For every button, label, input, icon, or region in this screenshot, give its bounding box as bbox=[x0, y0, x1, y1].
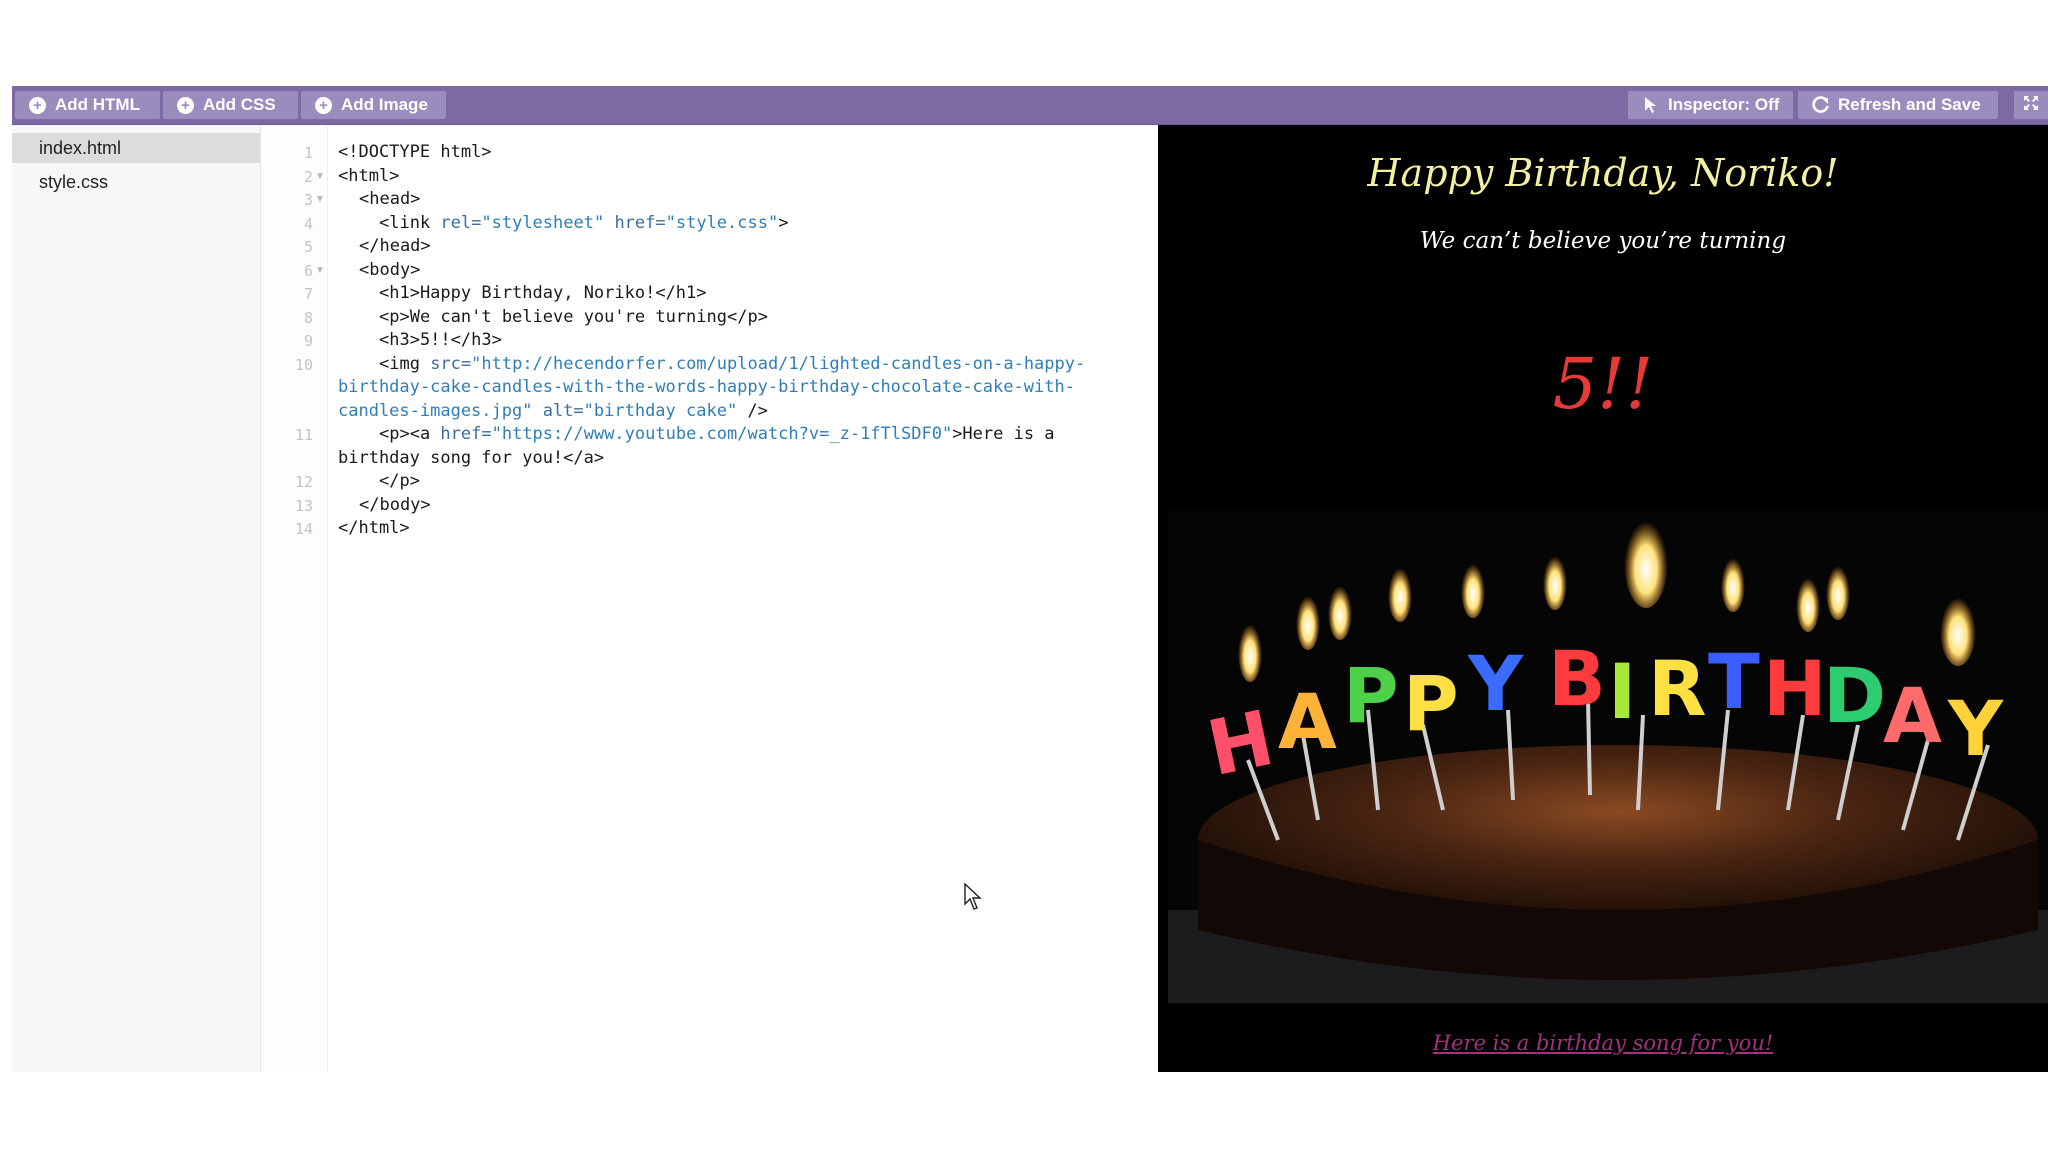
svg-text:A: A bbox=[1278, 677, 1337, 766]
line-number: 5 bbox=[303, 238, 313, 256]
add-image-label: Add Image bbox=[341, 95, 428, 114]
line-number: 1 bbox=[303, 144, 313, 162]
line-number: 7 bbox=[303, 285, 313, 303]
line-number: 6 bbox=[303, 262, 313, 280]
add-image-button[interactable]: + Add Image bbox=[301, 91, 446, 119]
editor-app: + Add HTML + Add CSS + Add Image Inspect… bbox=[12, 86, 2048, 1072]
line-number: 10 bbox=[294, 356, 313, 374]
plus-circle-icon: + bbox=[177, 96, 194, 114]
line-number: 2 bbox=[303, 168, 313, 186]
birthday-song-link[interactable]: Here is a birthday song for you! bbox=[1158, 1031, 2048, 1055]
preview-paragraph: We can’t believe you’re turning bbox=[1419, 228, 1787, 254]
line-number: 3 bbox=[303, 191, 313, 209]
preview-heading: Happy Birthday, Noriko! bbox=[1367, 151, 1839, 195]
plus-circle-icon: + bbox=[315, 96, 332, 114]
code-line: birthday-cake-candles-with-the-words-hap… bbox=[338, 377, 1075, 397]
code-line: <h1>Happy Birthday, Noriko!</h1> bbox=[379, 283, 707, 303]
code-line: </body> bbox=[359, 495, 431, 515]
code-line: birthday song for you!</a> bbox=[338, 448, 605, 468]
live-preview-pane: Happy Birthday, Noriko! We can’t believe… bbox=[1158, 125, 2048, 1072]
svg-text:P: P bbox=[1403, 659, 1459, 748]
file-item-index-html[interactable]: index.html bbox=[12, 133, 260, 163]
code-line: candles-images.jpg" alt="birthday cake" … bbox=[338, 401, 768, 421]
add-html-label: Add HTML bbox=[55, 95, 140, 114]
add-html-button[interactable]: + Add HTML bbox=[15, 91, 160, 119]
svg-text:T: T bbox=[1708, 637, 1760, 726]
fold-arrow-icon[interactable]: ▼ bbox=[315, 265, 325, 276]
line-number: 8 bbox=[303, 309, 313, 327]
birthday-cake-image: H A P P Y B I R T H D A Y bbox=[1168, 510, 2048, 1003]
code-line: <h3>5!!</h3> bbox=[379, 330, 502, 350]
line-number: 12 bbox=[294, 473, 313, 491]
inspector-label: Inspector: Off bbox=[1668, 95, 1780, 114]
pointer-icon bbox=[1642, 96, 1660, 114]
svg-text:Y: Y bbox=[1947, 684, 2004, 773]
svg-text:A: A bbox=[1883, 671, 1942, 760]
svg-text:B: B bbox=[1548, 634, 1606, 723]
file-item-style-css[interactable]: style.css bbox=[12, 167, 260, 197]
add-css-button[interactable]: + Add CSS bbox=[163, 91, 298, 119]
file-sidebar: index.html style.css bbox=[12, 125, 261, 1072]
code-line: <p><a href="https://www.youtube.com/watc… bbox=[379, 424, 1055, 444]
fold-arrow-icon[interactable]: ▼ bbox=[315, 171, 325, 182]
code-line: <head> bbox=[359, 189, 421, 209]
refresh-icon bbox=[1812, 96, 1830, 114]
line-number: 14 bbox=[294, 520, 313, 538]
expand-button[interactable] bbox=[2014, 91, 2048, 119]
code-line: <html> bbox=[338, 166, 400, 186]
refresh-and-save-button[interactable]: Refresh and Save bbox=[1798, 91, 1998, 119]
line-number: 13 bbox=[294, 497, 313, 515]
code-line: </p> bbox=[379, 471, 420, 491]
preview-number: 5!! bbox=[1552, 343, 1654, 425]
code-editor[interactable]: 1 2 ▼ 3 ▼ 4 5 6 ▼ 7 8 9 10 11 12 13 14 <… bbox=[261, 125, 1158, 1072]
line-number: 11 bbox=[294, 426, 313, 444]
code-line: </head> bbox=[359, 236, 431, 256]
code-line: <!DOCTYPE html> bbox=[338, 142, 492, 162]
mouse-cursor-icon bbox=[964, 883, 982, 910]
plus-circle-icon: + bbox=[29, 96, 46, 114]
code-line: </html> bbox=[338, 518, 410, 538]
code-line: <body> bbox=[359, 260, 421, 280]
svg-text:P: P bbox=[1343, 651, 1399, 740]
toolbar: + Add HTML + Add CSS + Add Image Inspect… bbox=[12, 86, 2048, 125]
add-css-label: Add CSS bbox=[203, 95, 276, 114]
expand-icon bbox=[2022, 94, 2040, 117]
line-number: 4 bbox=[303, 215, 313, 233]
inspector-toggle-button[interactable]: Inspector: Off bbox=[1628, 91, 1793, 119]
line-number: 9 bbox=[303, 332, 313, 350]
code-line: <img src="http://hecendorfer.com/upload/… bbox=[379, 354, 1086, 374]
svg-text:I: I bbox=[1608, 647, 1636, 736]
svg-text:R: R bbox=[1648, 644, 1707, 733]
code-line: <link rel="stylesheet" href="style.css"> bbox=[379, 213, 789, 233]
svg-text:Y: Y bbox=[1467, 639, 1524, 728]
code-line: <p>We can't believe you're turning</p> bbox=[379, 307, 768, 327]
line-gutter: 1 2 ▼ 3 ▼ 4 5 6 ▼ 7 8 9 10 11 12 13 14 bbox=[261, 125, 328, 1072]
refresh-and-save-label: Refresh and Save bbox=[1838, 95, 1981, 114]
svg-text:H: H bbox=[1763, 644, 1827, 733]
fold-arrow-icon[interactable]: ▼ bbox=[315, 194, 325, 205]
svg-text:D: D bbox=[1823, 651, 1886, 740]
